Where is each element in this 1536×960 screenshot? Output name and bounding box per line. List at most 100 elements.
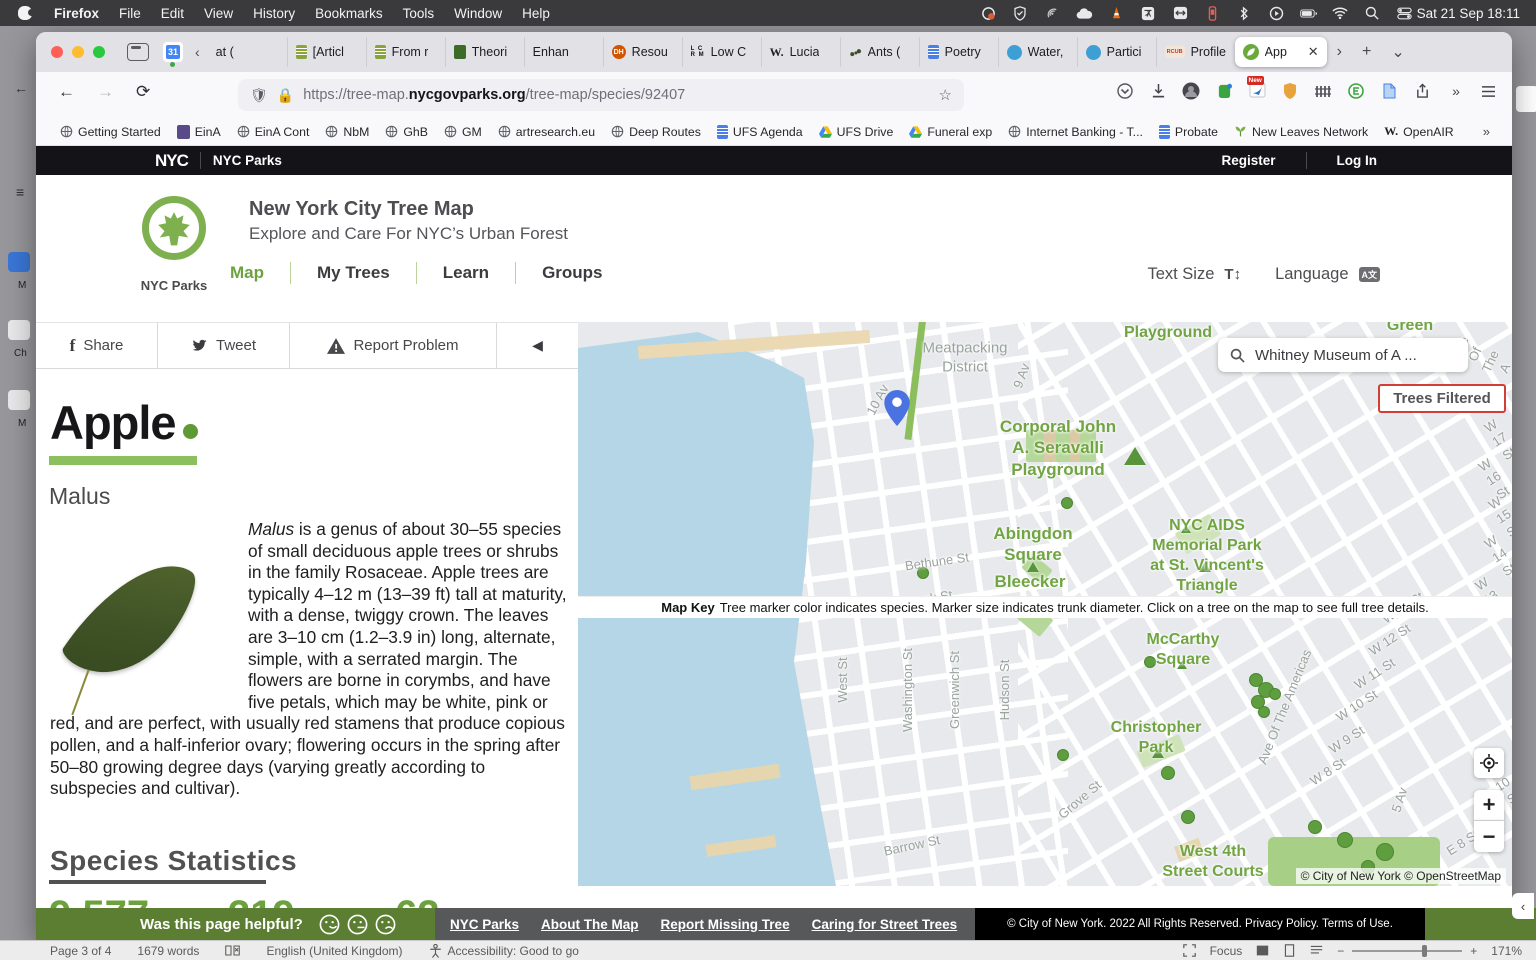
- bookmarks-overflow-button[interactable]: »: [1483, 124, 1496, 139]
- word-page-count[interactable]: Page 3 of 4: [50, 944, 111, 958]
- nav-my-trees[interactable]: My Trees: [317, 263, 390, 283]
- bluetooth-icon[interactable]: [1236, 5, 1253, 22]
- minimize-window-button[interactable]: [72, 46, 84, 58]
- red-device-icon[interactable]: [1204, 5, 1221, 22]
- blue-doc-icon[interactable]: [1379, 81, 1399, 101]
- collapse-panel-button[interactable]: ◀: [497, 323, 578, 368]
- register-link[interactable]: Register: [1203, 153, 1293, 168]
- menu-clock[interactable]: Sat 21 Sep 18:11: [1417, 6, 1520, 21]
- orange-shield-icon[interactable]: [1280, 81, 1300, 101]
- forward-button[interactable]: →: [97, 82, 114, 102]
- footer-link-report-missing-tree[interactable]: Report Missing Tree: [661, 917, 790, 932]
- footer-link-nyc-parks[interactable]: NYC Parks: [450, 917, 519, 932]
- new-tab-button[interactable]: +: [1352, 43, 1381, 61]
- menu-item-help[interactable]: Help: [512, 6, 560, 21]
- zoom-out-button[interactable]: −: [1474, 821, 1504, 852]
- app-red-dot-icon[interactable]: [980, 5, 997, 22]
- bookmark-probate[interactable]: Probate: [1151, 125, 1226, 139]
- tree-marker-dot[interactable]: [1308, 820, 1322, 834]
- nav-learn[interactable]: Learn: [443, 263, 489, 283]
- tab--articl[interactable]: [Articl: [287, 37, 366, 67]
- language-icon[interactable]: A文: [1359, 267, 1381, 282]
- text-size-icon[interactable]: T↕: [1224, 266, 1241, 283]
- bookmark-new-leaves-network[interactable]: New Leaves Network: [1226, 125, 1376, 139]
- url-bar[interactable]: 🛡 🔒 https://tree-map.nycgovparks.org/tre…: [238, 79, 964, 111]
- overflow-chevrons-icon[interactable]: »: [1445, 81, 1465, 101]
- menu-item-edit[interactable]: Edit: [151, 6, 194, 21]
- report-problem-button[interactable]: Report Problem: [290, 323, 497, 368]
- tree-marker-triangle[interactable]: [1177, 661, 1187, 669]
- hamburger-menu-icon[interactable]: [1478, 81, 1498, 101]
- menu-item-file[interactable]: File: [109, 6, 151, 21]
- pinned-calendar-tab[interactable]: 31: [163, 42, 183, 62]
- login-link[interactable]: Log In: [1319, 153, 1396, 168]
- bookmark-artresearch-eu[interactable]: artresearch.eu: [490, 125, 603, 139]
- tweet-button[interactable]: Tweet: [158, 323, 290, 368]
- reload-button[interactable]: ⟳: [136, 82, 150, 102]
- bookmark-eina-cont[interactable]: EinA Cont: [229, 125, 318, 139]
- selected-tree-pin[interactable]: [884, 390, 910, 426]
- focus-mode-icon[interactable]: [1183, 944, 1196, 957]
- zoom-window-button[interactable]: [93, 46, 105, 58]
- https-lock-icon[interactable]: 🔒: [277, 87, 294, 104]
- menu-item-view[interactable]: View: [194, 6, 243, 21]
- web-layout-icon[interactable]: [1310, 944, 1323, 957]
- tab-water-[interactable]: Water,: [998, 37, 1077, 67]
- tab-at-[interactable]: at (: [208, 37, 287, 67]
- back-button[interactable]: ←: [58, 82, 75, 102]
- tree-marker-dot[interactable]: [1376, 843, 1394, 861]
- spotlight-search-icon[interactable]: [1364, 5, 1381, 22]
- send-tab-icon[interactable]: [1412, 81, 1432, 101]
- account-avatar-icon[interactable]: [1181, 81, 1201, 101]
- tab-poetry[interactable]: Poetry: [919, 37, 998, 67]
- green-e-icon[interactable]: [1346, 81, 1366, 101]
- nyc-logo[interactable]: NYC: [155, 151, 188, 171]
- bookmark-openair[interactable]: W.OpenAIR: [1376, 124, 1462, 139]
- download-icon[interactable]: [1148, 81, 1168, 101]
- map-attribution[interactable]: © City of New York © OpenStreetMap: [1296, 868, 1506, 884]
- tree-marker-triangle[interactable]: [1181, 525, 1191, 533]
- bookmark-ghb[interactable]: GhB: [377, 125, 436, 139]
- tab-partici[interactable]: Partici: [1077, 37, 1156, 67]
- pocket-icon[interactable]: [1115, 81, 1135, 101]
- tab-from-r[interactable]: From r: [366, 37, 445, 67]
- scroll-tabs-right-button[interactable]: ›: [1327, 43, 1352, 61]
- tree-marker-dot[interactable]: [1161, 766, 1175, 780]
- tree-marker-dot[interactable]: [1057, 749, 1069, 761]
- tab-profile[interactable]: RCUBProfile: [1156, 37, 1235, 67]
- bookmark-ufs-drive[interactable]: UFS Drive: [811, 125, 902, 139]
- sad-face-icon[interactable]: [375, 914, 396, 935]
- word-zoom-percent[interactable]: 171%: [1491, 944, 1522, 958]
- close-tab-icon[interactable]: ✕: [1306, 44, 1319, 60]
- tree-marker-dot[interactable]: [1061, 497, 1073, 509]
- neutral-face-icon[interactable]: [347, 914, 368, 935]
- bookmark-gm[interactable]: GM: [436, 125, 490, 139]
- menu-item-bookmarks[interactable]: Bookmarks: [305, 6, 393, 21]
- tree-marker-dot[interactable]: [1258, 706, 1270, 718]
- menu-app-name[interactable]: Firefox: [44, 6, 109, 21]
- zoom-out-minus[interactable]: −: [1337, 944, 1344, 958]
- bookmark-getting-started[interactable]: Getting Started: [52, 125, 169, 139]
- tab-resou[interactable]: DHResou: [603, 37, 682, 67]
- tree-marker-dot[interactable]: [1144, 656, 1156, 668]
- shield-check-icon[interactable]: [1012, 5, 1029, 22]
- tab-app[interactable]: App✕: [1235, 37, 1327, 67]
- locate-button[interactable]: [1474, 748, 1504, 778]
- tab-lucia[interactable]: W.Lucia: [761, 37, 840, 67]
- firefox-view-button[interactable]: [127, 43, 149, 61]
- text-size-label[interactable]: Text Size: [1147, 265, 1214, 284]
- new-badge-extension-icon[interactable]: New: [1247, 81, 1267, 101]
- evernote-icon[interactable]: [1214, 81, 1234, 101]
- bookmark-eina[interactable]: EinA: [169, 125, 229, 139]
- cloud-sync-icon[interactable]: [1076, 5, 1093, 22]
- tab-low-c[interactable]: L CR MLow C: [682, 37, 761, 67]
- bookmark-deep-routes[interactable]: Deep Routes: [603, 125, 709, 139]
- tree-marker-triangle[interactable]: [1124, 447, 1146, 465]
- trees-filtered-button[interactable]: Trees Filtered: [1378, 384, 1506, 413]
- zoom-slider-knob[interactable]: [1422, 945, 1427, 957]
- play-circle-icon[interactable]: [1268, 5, 1285, 22]
- map-search-input[interactable]: Whitney Museum of A ...: [1218, 338, 1468, 372]
- menu-item-tools[interactable]: Tools: [393, 6, 445, 21]
- bookmark-internet-banking-t-[interactable]: Internet Banking - T...: [1000, 125, 1151, 139]
- battery-icon[interactable]: [1300, 5, 1317, 22]
